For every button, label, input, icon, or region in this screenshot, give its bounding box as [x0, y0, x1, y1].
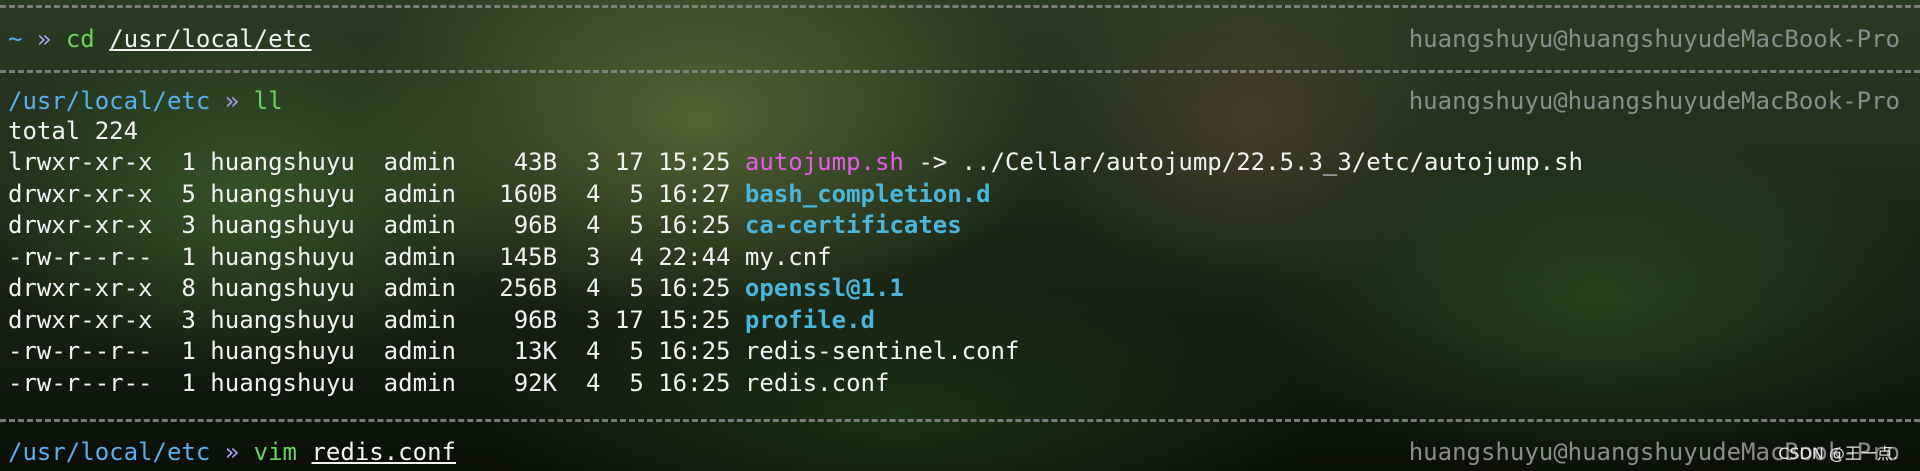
file-name: redis.conf: [744, 368, 890, 397]
file-meta: -rw-r--r-- 1 huangshuyu admin 145B 3 4 2…: [8, 242, 745, 271]
link-target: -> ../Cellar/autojump/22.5.3_3/etc/autoj…: [903, 148, 1583, 176]
prompt-line: ~ » cd /usr/local/etc: [8, 24, 311, 54]
prompt-line: /usr/local/etc » vim redis.conf: [8, 437, 456, 467]
cwd: /usr/local/etc: [8, 87, 211, 115]
file-name: redis-sentinel.conf: [744, 337, 1020, 365]
file-entry: -rw-r--r-- 1 huangshuyu admin 145B 3 4 2…: [8, 242, 832, 272]
file-entry: -rw-r--r-- 1 huangshuyu admin 13K 4 5 16…: [8, 336, 1019, 366]
file-meta: drwxr-xr-x 3 huangshuyu admin 96B 4 5 16…: [8, 211, 745, 239]
prompt-line: /usr/local/etc » ll: [8, 86, 283, 116]
separator: [0, 70, 1920, 73]
file-meta: lrwxr-xr-x 1 huangshuyu admin 43B 3 17 1…: [8, 148, 745, 176]
file-entry: drwxr-xr-x 3 huangshuyu admin 96B 4 5 16…: [8, 210, 962, 240]
cwd: /usr/local/etc: [8, 438, 211, 466]
total-line: total 224: [8, 117, 139, 145]
file-entry: drwxr-xr-x 5 huangshuyu admin 160B 4 5 1…: [8, 179, 991, 209]
file-meta: drwxr-xr-x 3 huangshuyu admin 96B 3 17 1…: [8, 305, 745, 334]
file-name: my.cnf: [744, 242, 832, 271]
prompt-sep: »: [224, 438, 240, 466]
command-arg: redis.conf: [311, 438, 456, 466]
file-name: openssl@1.1: [744, 274, 904, 302]
command-arg: /usr/local/etc: [109, 25, 312, 53]
file-entry: lrwxr-xr-x 1 huangshuyu admin 43B 3 17 1…: [8, 147, 1583, 177]
prompt-sep: »: [36, 25, 52, 53]
command: vim: [253, 438, 298, 466]
separator: [0, 5, 1920, 8]
command: ll: [253, 87, 283, 115]
watermark: CSDN @王一点.: [1778, 444, 1898, 463]
host-label: huangshuyu@huangshuyudeMacBook-Pro: [1408, 87, 1900, 115]
file-meta: -rw-r--r-- 1 huangshuyu admin 92K 4 5 16…: [8, 368, 745, 397]
command: cd: [65, 25, 95, 53]
file-name: ca-certificates: [744, 211, 962, 239]
file-name: autojump.sh: [744, 148, 904, 176]
prompt-sep: »: [224, 87, 240, 115]
file-meta: drwxr-xr-x 5 huangshuyu admin 160B 4 5 1…: [8, 179, 745, 208]
file-entry: drwxr-xr-x 8 huangshuyu admin 256B 4 5 1…: [8, 273, 904, 303]
cwd: ~: [8, 25, 23, 53]
file-name: profile.d: [744, 305, 875, 334]
host-label: huangshuyu@huangshuyudeMacBook-Pro: [1408, 25, 1900, 53]
file-meta: -rw-r--r-- 1 huangshuyu admin 13K 4 5 16…: [8, 337, 745, 365]
file-name: bash_completion.d: [744, 179, 991, 208]
file-entry: drwxr-xr-x 3 huangshuyu admin 96B 3 17 1…: [8, 305, 875, 335]
file-meta: drwxr-xr-x 8 huangshuyu admin 256B 4 5 1…: [8, 274, 745, 302]
separator: [0, 419, 1920, 422]
file-entry: -rw-r--r-- 1 huangshuyu admin 92K 4 5 16…: [8, 368, 889, 398]
